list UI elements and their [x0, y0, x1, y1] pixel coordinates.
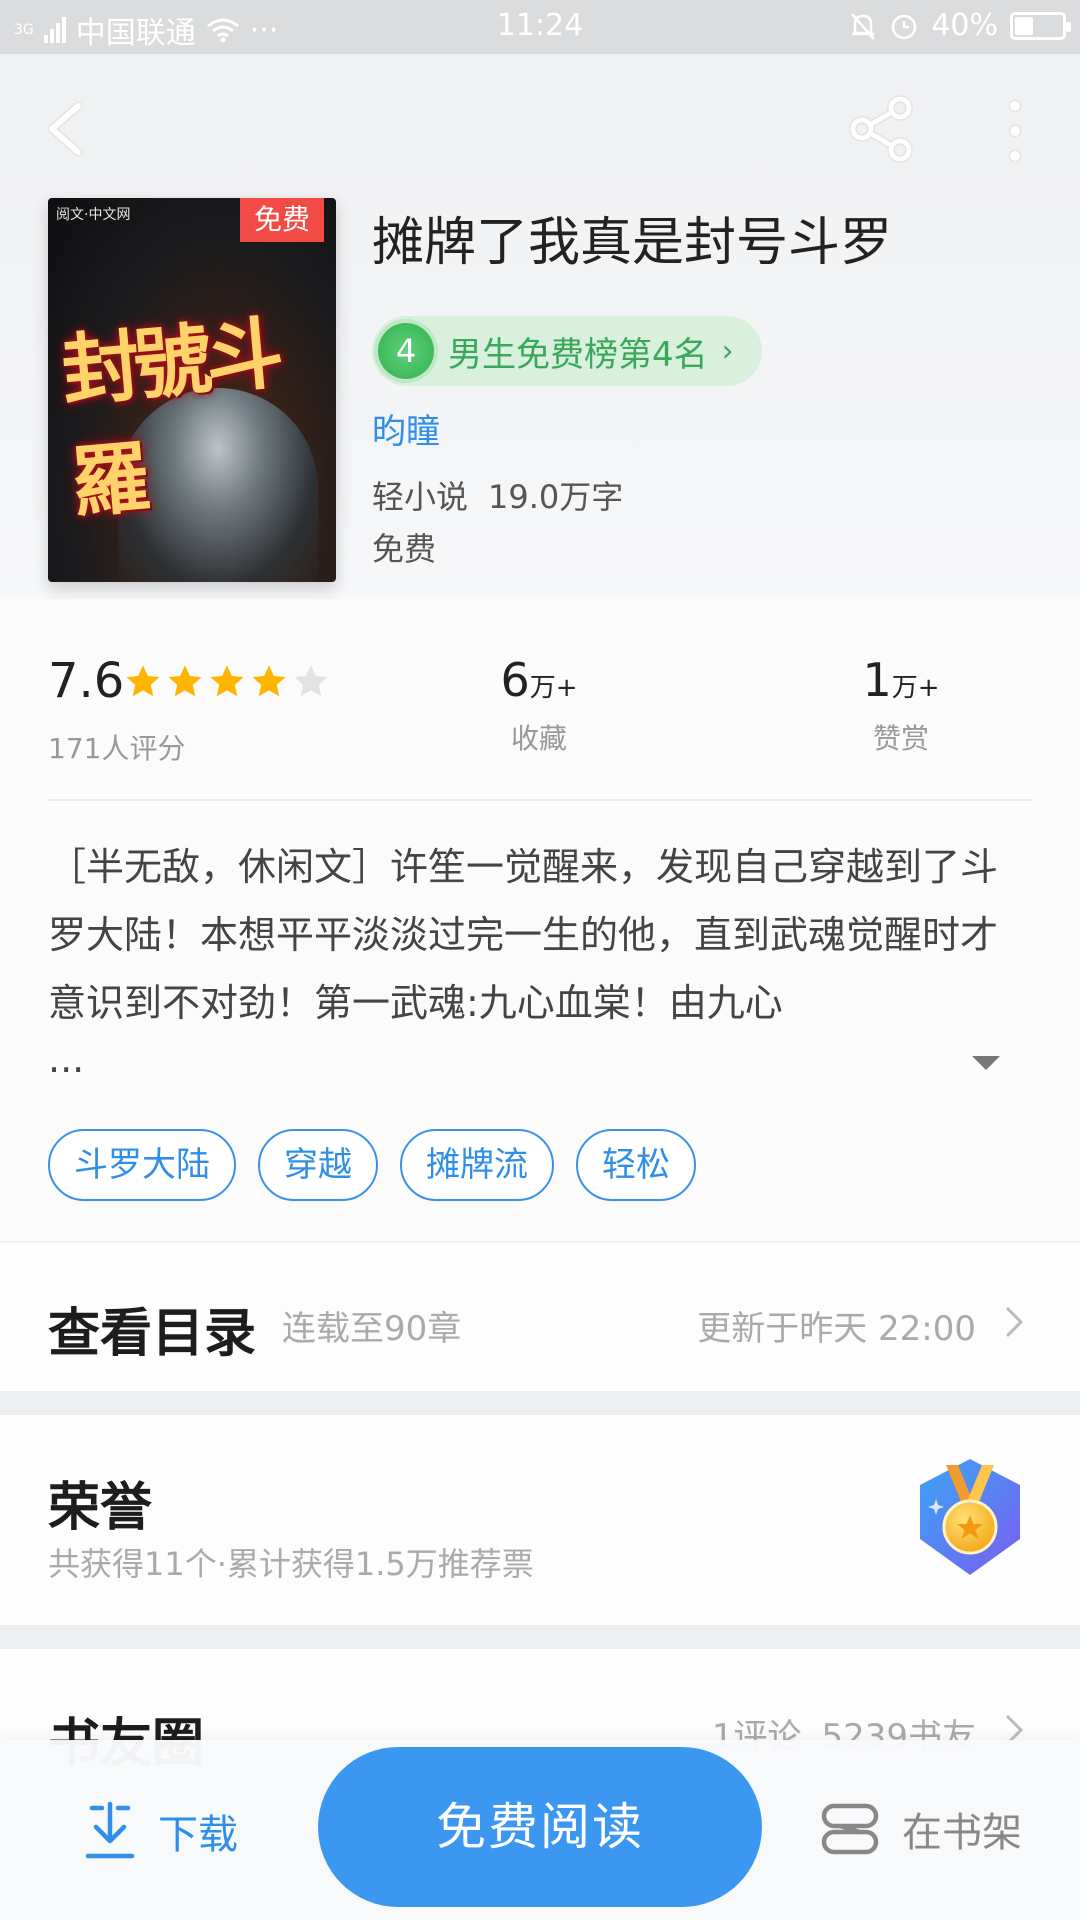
- divider: [48, 799, 1032, 801]
- tag-list: 斗罗大陆 穿越 摊牌流 轻松: [48, 1129, 696, 1201]
- section-gap: [0, 1391, 1080, 1415]
- rank-number: 4: [378, 323, 434, 379]
- bottom-action-bar: 下载 免费阅读 在书架: [0, 1740, 1080, 1920]
- tag-chip[interactable]: 轻松: [576, 1129, 696, 1201]
- rank-badge[interactable]: 4 男生免费榜第4名 ›: [372, 316, 762, 386]
- chevron-right-icon: ›: [721, 333, 734, 369]
- bookshelf-icon: [821, 1803, 879, 1855]
- battery-icon: [1010, 11, 1071, 40]
- book-title: 摊牌了我真是封号斗罗: [372, 213, 893, 273]
- expand-triangle-icon[interactable]: [970, 1053, 1002, 1073]
- back-arrow-icon[interactable]: [40, 94, 100, 164]
- description-ellipsis: ...: [48, 1037, 85, 1081]
- book-cover[interactable]: 阅文·中文网 封號斗羅 免费: [48, 198, 336, 582]
- catalog-row[interactable]: 查看目录 连载至90章 更新于昨天 22:00: [0, 1241, 1080, 1391]
- catalog-title: 查看目录: [48, 1303, 257, 1364]
- free-read-button[interactable]: 免费阅读: [318, 1747, 762, 1907]
- more-vertical-icon[interactable]: [990, 96, 1040, 166]
- collect-stat: 6万+ 收藏: [474, 653, 604, 757]
- share-icon[interactable]: [848, 94, 918, 164]
- honor-title: 荣誉: [48, 1477, 153, 1538]
- tag-chip[interactable]: 穿越: [258, 1129, 378, 1201]
- tag-chip[interactable]: 斗罗大陆: [48, 1129, 236, 1201]
- rating-stars: [124, 663, 330, 701]
- book-meta: 轻小说 19.0万字: [372, 472, 623, 518]
- book-detail-main: 7.6 171人评分 6万+ 收藏 1万+ 赞赏 ［半无敌，休闲文］许笙一觉醒来…: [0, 599, 1080, 1241]
- collect-label: 收藏: [510, 722, 567, 755]
- honor-summary: 共获得11个·累计获得1.5万推荐票: [48, 1545, 534, 1583]
- section-gap: [0, 1625, 1080, 1649]
- reward-value: 1: [862, 653, 892, 707]
- star-icon: [168, 665, 202, 697]
- download-button[interactable]: 下载: [84, 1800, 238, 1862]
- status-bar: 3G 中国联通 ··· 11:24 40%: [0, 0, 1080, 54]
- download-icon: [85, 1801, 135, 1859]
- rating-score: 7.6: [48, 653, 125, 709]
- mute-bell-icon: [851, 12, 876, 40]
- cover-publisher-logo: 阅文·中文网: [56, 207, 131, 223]
- star-icon: [126, 665, 160, 697]
- star-icon: [294, 665, 328, 697]
- word-count: 19.0万字: [488, 478, 624, 516]
- book-category: 轻小说: [372, 478, 469, 516]
- reward-label: 赞赏: [872, 722, 929, 755]
- on-shelf-label: 在书架: [902, 1810, 1022, 1856]
- chevron-right-icon: [1005, 1306, 1024, 1338]
- battery-percent: 40%: [931, 8, 998, 43]
- book-header: 阅文·中文网 封號斗羅 免费 摊牌了我真是封号斗罗 4 男生免费榜第4名 › 昀…: [0, 54, 1080, 599]
- author-link[interactable]: 昀瞳: [372, 404, 440, 453]
- medal-icon: [920, 1459, 1020, 1575]
- tag-chip[interactable]: 摊牌流: [400, 1129, 554, 1201]
- on-shelf-button[interactable]: 在书架: [820, 1800, 1022, 1858]
- reward-unit: 万+: [891, 673, 940, 703]
- free-badge: 免费: [240, 198, 324, 242]
- star-icon: [210, 665, 244, 697]
- book-description[interactable]: ［半无敌，休闲文］许笙一觉醒来，发现自己穿越到了斗罗大陆！本想平平淡淡过完一生的…: [48, 833, 1032, 1037]
- update-time: 更新于昨天 22:00: [697, 1309, 976, 1349]
- rank-label: 男生免费榜第4名: [448, 334, 708, 375]
- collect-unit: 万+: [529, 673, 578, 703]
- reward-stat[interactable]: 1万+ 赞赏: [836, 653, 966, 757]
- honor-row[interactable]: 荣誉 共获得11个·累计获得1.5万推荐票: [0, 1415, 1080, 1625]
- star-icon: [252, 665, 286, 697]
- rater-count: 171人评分: [48, 732, 186, 765]
- book-price: 免费: [372, 530, 437, 568]
- download-label: 下载: [158, 1812, 238, 1858]
- alarm-icon: [892, 14, 917, 39]
- cover-title-art: 封號斗羅: [58, 308, 282, 530]
- collect-value: 6: [500, 653, 530, 707]
- serial-status: 连载至90章: [282, 1309, 462, 1349]
